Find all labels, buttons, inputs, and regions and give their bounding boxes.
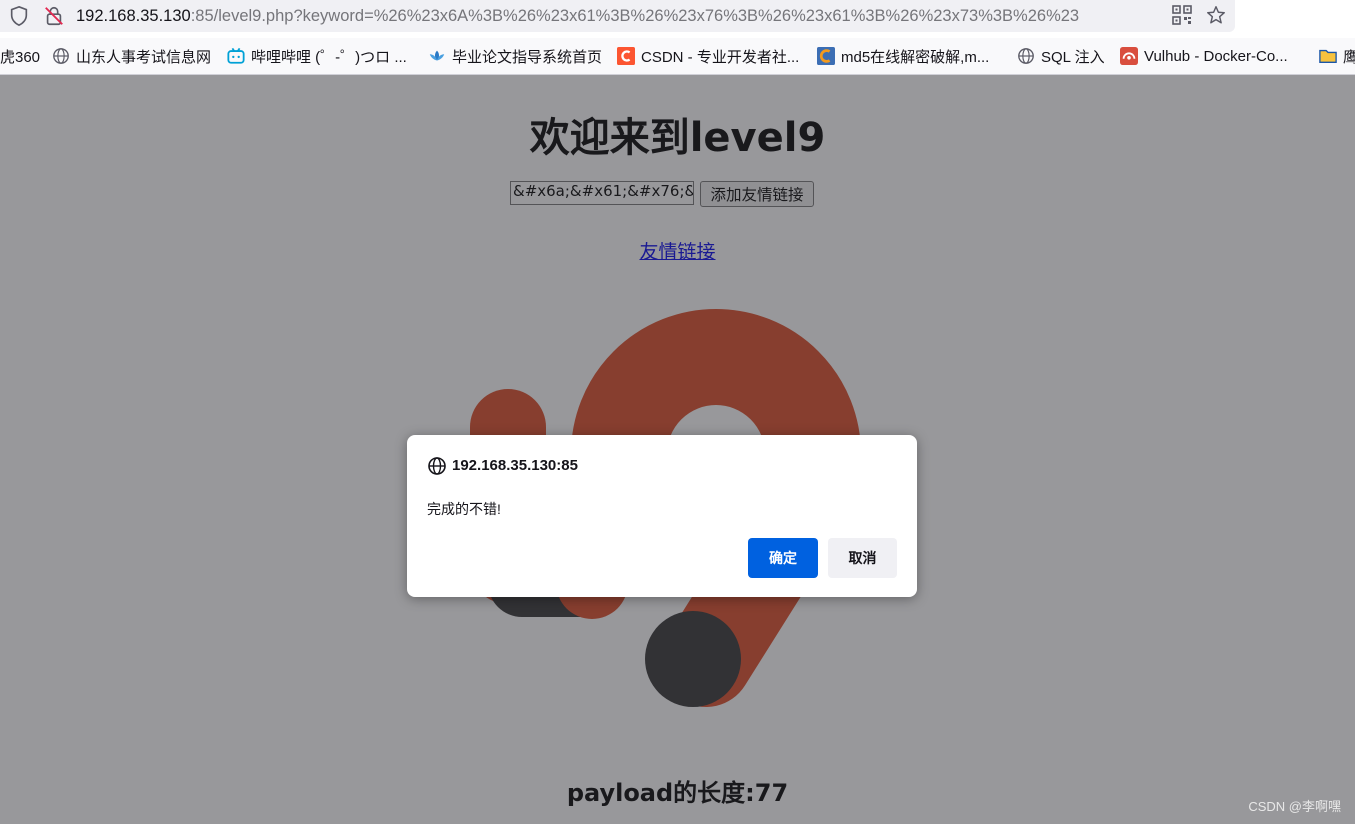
bookmark-label: 毕业论文指导系统首页 <box>452 48 603 66</box>
bookmark-label: 山东人事考试信息网 <box>76 48 212 66</box>
alert-dialog: 192.168.35.130:85 完成的不错! 确定 取消 <box>407 435 917 597</box>
url-field[interactable]: 192.168.35.130:85/level9.php?keyword=%26… <box>76 4 1161 28</box>
bookmark-item[interactable]: md5在线解密破解,m... <box>817 38 989 74</box>
csdn-icon <box>617 47 635 65</box>
globe-icon <box>1018 48 1034 64</box>
url-host: 192.168.35.130 <box>76 7 191 25</box>
bookmark-label: SQL 注入 <box>1041 48 1105 66</box>
bookmark-item[interactable]: 山东人事考试信息网 <box>52 38 211 74</box>
cancel-button[interactable]: 取消 <box>828 538 897 578</box>
globe-icon <box>428 457 446 475</box>
bookmark-item[interactable]: 虎360 <box>0 38 40 74</box>
vulhub-icon <box>1120 47 1138 65</box>
watermark: CSDN @李啊嘿 <box>1248 799 1341 814</box>
qr-code-icon[interactable] <box>1172 5 1192 25</box>
bookmark-item[interactable]: CSDN - 专业开发者社... <box>617 38 799 74</box>
folder-icon <box>1319 49 1337 63</box>
dialog-message: 完成的不错! <box>427 501 501 517</box>
insecure-lock-icon[interactable] <box>43 5 65 27</box>
address-bar[interactable]: 192.168.35.130:85/level9.php?keyword=%26… <box>0 0 1235 32</box>
bookmark-label: 鹰 <box>1343 48 1355 66</box>
bookmark-item[interactable]: Vulhub - Docker-Co... <box>1120 38 1288 74</box>
bookmark-label: 虎360 <box>0 48 41 66</box>
bookmark-label: 哔哩哔哩 (゜-゜)つロ ... <box>251 48 407 66</box>
bookmark-star-icon[interactable] <box>1205 4 1227 26</box>
globe-icon <box>53 48 69 64</box>
md5-icon <box>817 47 835 65</box>
bookmark-label: CSDN - 专业开发者社... <box>641 48 800 66</box>
lotus-icon <box>429 50 445 61</box>
ok-button[interactable]: 确定 <box>748 538 818 578</box>
bookmark-item[interactable]: 毕业论文指导系统首页 <box>428 38 602 74</box>
bilibili-icon <box>227 47 245 64</box>
shield-icon[interactable] <box>8 5 30 27</box>
bookmark-item[interactable]: 哔哩哔哩 (゜-゜)つロ ... <box>227 38 407 74</box>
dialog-origin: 192.168.35.130:85 <box>452 457 578 474</box>
url-path: :85/level9.php?keyword=%26%23x6A%3B%26%2… <box>190 7 1080 25</box>
bookmark-item[interactable]: SQL 注入 <box>1017 38 1105 74</box>
bookmark-item[interactable]: 鹰 <box>1319 38 1355 74</box>
bookmarks-toolbar: 虎360 山东人事考试信息网 哔哩哔哩 (゜-゜)つロ ... 毕业论文指导系统… <box>0 38 1355 75</box>
bookmark-label: md5在线解密破解,m... <box>841 48 990 66</box>
bookmark-label: Vulhub - Docker-Co... <box>1144 47 1288 65</box>
